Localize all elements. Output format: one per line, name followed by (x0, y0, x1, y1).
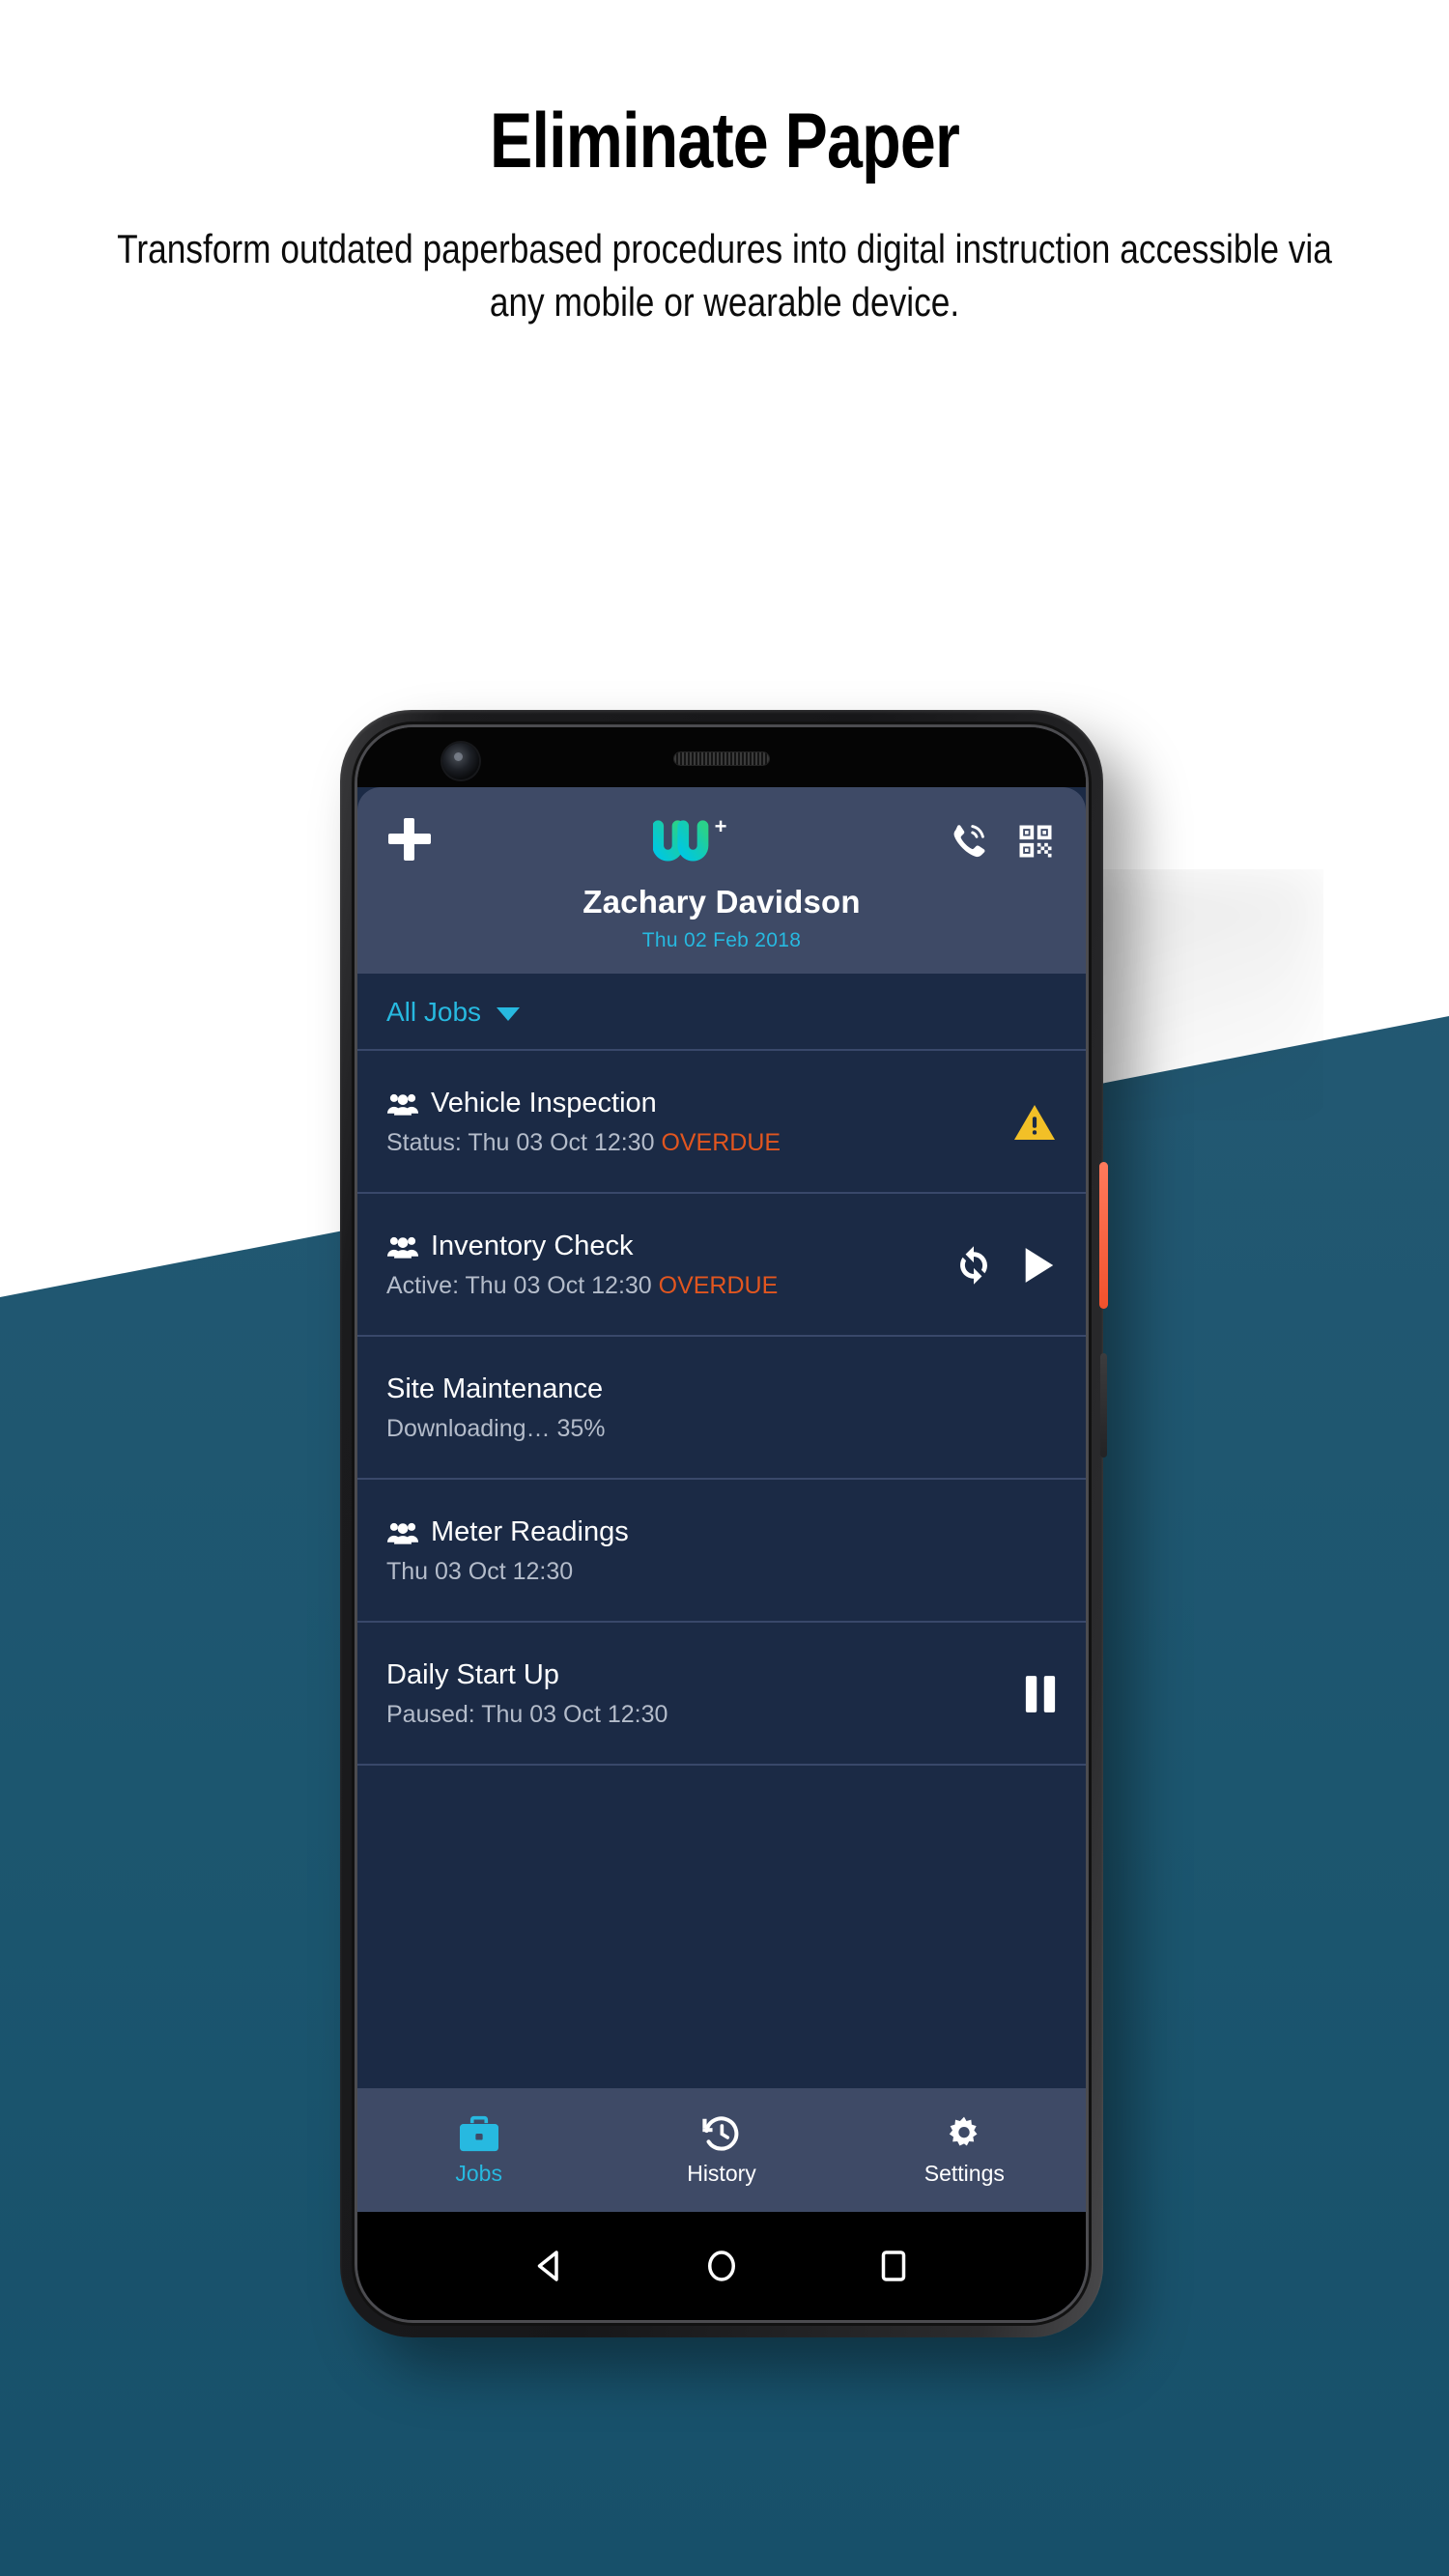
job-status: Status: Thu 03 Oct 12:30 OVERDUE (386, 1129, 781, 1157)
table-row[interactable]: Meter Readings Thu 03 Oct 12:30 (357, 1480, 1086, 1623)
job-status: Downloading… 35% (386, 1415, 606, 1443)
app-header: + Zachary Davidson Thu 02 Feb 2018 (357, 787, 1086, 974)
volume-button[interactable] (1100, 1353, 1107, 1458)
job-status-text: Active: Thu 03 Oct 12:30 (386, 1272, 659, 1299)
table-row[interactable]: Site Maintenance Downloading… 35% (357, 1337, 1086, 1480)
tab-history-label: History (687, 2160, 756, 2186)
pause-icon[interactable] (1024, 1674, 1057, 1714)
job-info: Meter Readings Thu 03 Oct 12:30 (386, 1516, 629, 1586)
front-camera-icon (442, 743, 479, 779)
phone-top-bezel (357, 727, 1086, 787)
group-people-icon (386, 1236, 419, 1259)
job-status: Thu 03 Oct 12:30 (386, 1558, 629, 1586)
job-title-line: Site Maintenance (386, 1373, 606, 1405)
user-name: Zachary Davidson (582, 884, 861, 920)
job-status: Paused: Thu 03 Oct 12:30 (386, 1701, 668, 1729)
job-list: Vehicle Inspection Status: Thu 03 Oct 12… (357, 1051, 1086, 2088)
earpiece-speaker-icon (674, 752, 769, 765)
job-title: Vehicle Inspection (431, 1088, 657, 1118)
job-actions (1024, 1674, 1057, 1714)
job-title-line: Vehicle Inspection (386, 1088, 781, 1119)
job-title-line: Daily Start Up (386, 1659, 668, 1691)
job-info: Site Maintenance Downloading… 35% (386, 1373, 606, 1443)
play-icon[interactable] (1020, 1245, 1057, 1286)
table-row[interactable]: Daily Start Up Paused: Thu 03 Oct 12:30 (357, 1623, 1086, 1766)
status-badge: OVERDUE (658, 1272, 779, 1299)
tab-history[interactable]: History (600, 2114, 842, 2187)
table-row[interactable]: Vehicle Inspection Status: Thu 03 Oct 12… (357, 1051, 1086, 1194)
job-title: Meter Readings (431, 1516, 629, 1547)
job-actions (1012, 1102, 1057, 1143)
job-list-empty-area (357, 1766, 1086, 2088)
app-screen: + Zachary Davidson Thu 02 Feb 2018 All J… (357, 787, 1086, 2320)
recents-square-icon[interactable] (873, 2246, 914, 2286)
job-filter-label: All Jobs (386, 997, 482, 1027)
w-logo-icon (652, 820, 708, 862)
job-status-text: Paused: Thu 03 Oct 12:30 (386, 1701, 668, 1728)
logo-plus-superscript: + (714, 814, 727, 838)
phone-device-frame: + Zachary Davidson Thu 02 Feb 2018 All J… (340, 710, 1108, 2337)
history-clock-icon (702, 2115, 739, 2151)
plus-icon[interactable] (386, 816, 433, 863)
page-subtitle: Transform outdated paperbased procedures… (117, 226, 1332, 325)
app-header-actions (947, 820, 1057, 863)
group-people-icon (386, 1093, 419, 1116)
job-status-text: Downloading… 35% (386, 1415, 606, 1442)
job-info: Inventory Check Active: Thu 03 Oct 12:30… (386, 1231, 778, 1300)
page-title: Eliminate Paper (489, 98, 960, 184)
bottom-navigation: Jobs History Settings (357, 2088, 1086, 2212)
job-info: Vehicle Inspection Status: Thu 03 Oct 12… (386, 1088, 781, 1157)
warning-icon[interactable] (1012, 1102, 1057, 1143)
sync-icon[interactable] (952, 1244, 995, 1287)
job-title-line: Inventory Check (386, 1231, 778, 1262)
job-title-line: Meter Readings (386, 1516, 629, 1548)
job-status: Active: Thu 03 Oct 12:30 OVERDUE (386, 1272, 778, 1300)
job-title: Daily Start Up (386, 1659, 559, 1690)
app-header-top-row: + (386, 816, 1057, 870)
briefcase-icon (459, 2115, 498, 2151)
table-row[interactable]: Inventory Check Active: Thu 03 Oct 12:30… (357, 1194, 1086, 1337)
android-system-navigation (357, 2212, 1086, 2320)
job-actions (952, 1244, 1057, 1287)
hero-section: Eliminate Paper Transform outdated paper… (0, 0, 1449, 328)
app-logo: + (652, 814, 727, 870)
gear-icon (950, 2116, 978, 2145)
group-people-icon (386, 1522, 419, 1544)
power-button[interactable] (1099, 1162, 1108, 1309)
back-triangle-icon[interactable] (529, 2246, 570, 2286)
tab-jobs[interactable]: Jobs (357, 2114, 600, 2187)
job-filter-dropdown[interactable]: All Jobs (357, 974, 1086, 1051)
status-badge: OVERDUE (661, 1129, 781, 1156)
tab-settings-label: Settings (923, 2160, 1005, 2186)
phone-call-icon[interactable] (947, 820, 989, 863)
current-date: Thu 02 Feb 2018 (641, 929, 802, 951)
job-status-text: Thu 03 Oct 12:30 (386, 1558, 574, 1585)
chevron-down-icon (497, 1007, 521, 1021)
job-info: Daily Start Up Paused: Thu 03 Oct 12:30 (386, 1659, 668, 1729)
qr-code-icon[interactable] (1014, 820, 1057, 863)
tab-settings[interactable]: Settings (843, 2114, 1086, 2187)
phone-screen-area: + Zachary Davidson Thu 02 Feb 2018 All J… (357, 727, 1086, 2320)
job-title: Site Maintenance (386, 1373, 604, 1404)
home-circle-icon[interactable] (701, 2246, 742, 2286)
tab-jobs-label: Jobs (455, 2160, 502, 2186)
job-title: Inventory Check (431, 1231, 634, 1261)
job-status-text: Status: Thu 03 Oct 12:30 (386, 1129, 662, 1156)
